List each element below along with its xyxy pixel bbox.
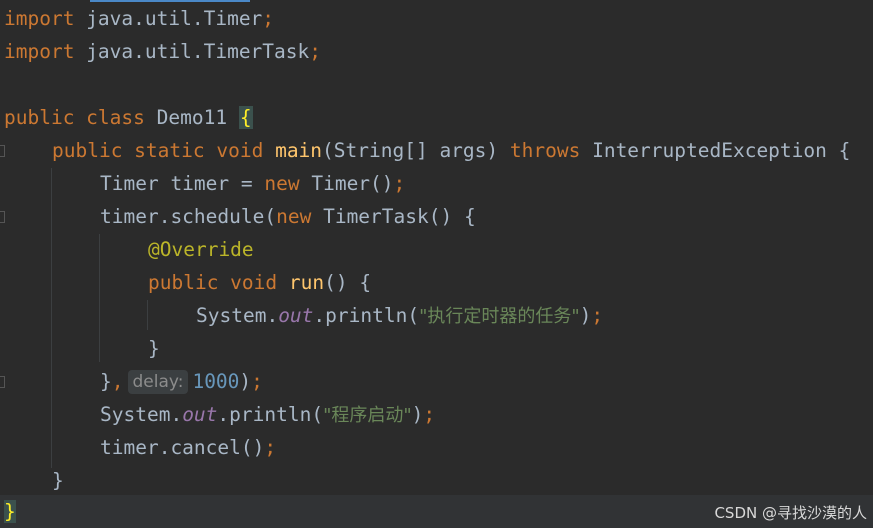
indent-guide — [51, 168, 52, 468]
code-line: } — [4, 495, 16, 528]
code-line: Timer timer = new Timer(); — [100, 172, 406, 195]
fold-marker-icon[interactable] — [0, 376, 5, 388]
code-line: } — [52, 469, 64, 492]
watermark: CSDN @寻找沙漠的人 — [714, 504, 867, 522]
code-line: public void run() { — [148, 271, 372, 294]
code-line: import java.util.Timer; — [4, 7, 275, 30]
code-line: public static void main(String[] args) t… — [52, 139, 851, 162]
fold-marker-icon[interactable] — [0, 211, 5, 223]
fold-marker-icon[interactable] — [0, 145, 5, 157]
indent-guide — [147, 300, 148, 330]
code-line: timer.cancel(); — [100, 436, 277, 459]
code-line: @Override — [148, 238, 254, 261]
code-line: import java.util.TimerTask; — [4, 40, 322, 63]
code-line: } — [148, 337, 160, 360]
code-editor[interactable]: import java.util.Timer; import java.util… — [0, 0, 873, 528]
code-line: timer.schedule(new TimerTask() { — [100, 205, 476, 228]
matched-brace: { — [238, 106, 253, 129]
code-line: public class Demo11 { — [4, 106, 253, 129]
code-line: System.out.println("执行定时器的任务"); — [196, 304, 604, 327]
code-line: System.out.println("程序启动"); — [100, 403, 436, 426]
indent-guide — [99, 234, 100, 362]
matched-brace: } — [4, 500, 16, 523]
parameter-hint: delay: — [127, 370, 189, 394]
code-line: }, delay: 1000); — [100, 370, 263, 394]
